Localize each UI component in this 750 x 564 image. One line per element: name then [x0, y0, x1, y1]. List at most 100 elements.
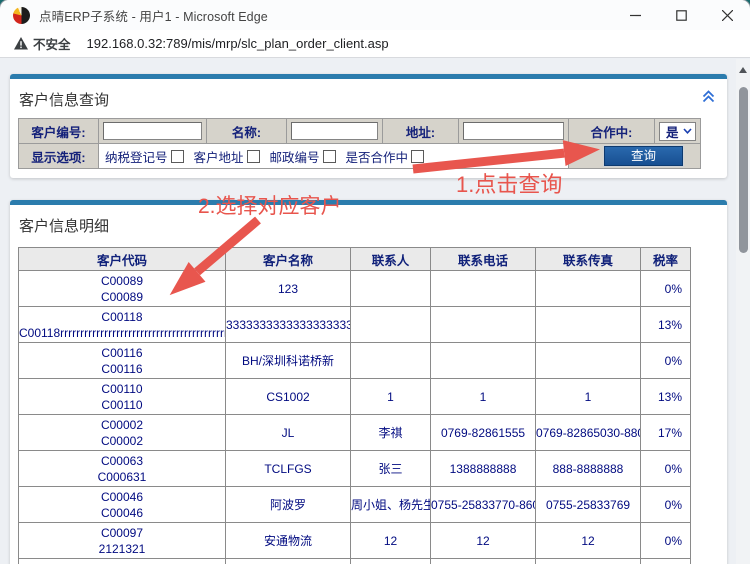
display-option-checkbox[interactable]	[323, 150, 336, 163]
col-customer-code: 客户代码	[19, 248, 226, 271]
cell-contact	[351, 559, 431, 564]
cell-customer-name: JL	[226, 415, 351, 451]
display-option-label: 邮政编号	[270, 147, 320, 166]
cell-tax-rate: 13%	[641, 379, 691, 415]
display-option-checkbox[interactable]	[411, 150, 424, 163]
title-bar: 点晴ERP子系统 - 用户1 - Microsoft Edge	[0, 0, 750, 30]
cell-phone: 13999779199	[431, 559, 536, 564]
cell-phone: 1388888888	[431, 451, 536, 487]
cooperation-selected-value: 是	[666, 122, 679, 141]
cell-fax: 0769-82865030-8808	[536, 415, 641, 451]
cell-customer-code[interactable]: C00063C000631	[19, 451, 226, 487]
display-option-label: 是否合作中	[346, 147, 409, 166]
cell-tax-rate: 0%	[641, 559, 691, 564]
annotation-step2: 2.选择对应客户	[198, 190, 342, 220]
security-status-label: 不安全	[33, 34, 71, 53]
display-options-label: 显示选项:	[19, 144, 99, 169]
customer-detail-panel: 客户信息明细 客户代码 客户名称 联系人 联系电话 联系传真 税率	[10, 200, 727, 564]
cell-fax: 888-8888888	[536, 451, 641, 487]
cell-customer-code[interactable]: C00110C00110	[19, 379, 226, 415]
customer-code-input[interactable]	[103, 122, 202, 140]
cell-customer-name: 阿波罗	[226, 487, 351, 523]
cell-tax-rate: 0%	[641, 343, 691, 379]
name-input[interactable]	[291, 122, 378, 140]
table-row[interactable]: C00063C000631TCLFGS张三1388888888888-88888…	[19, 451, 691, 487]
table-row[interactable]: C1208023974佰中电子（东莞）有限公司 13999779199 0%	[19, 559, 691, 564]
customer-code-label: 客户编号:	[19, 119, 99, 144]
query-panel-title: 客户信息查询	[10, 79, 727, 118]
customer-query-panel: 客户信息查询 客户编号: 名称: 地址: 合作中:	[10, 74, 727, 178]
cooperation-select[interactable]: 是	[659, 122, 696, 141]
cell-customer-code[interactable]: C00118C00118rrrrrrrrrrrrrrrrrrrrrrrrrrrr…	[19, 307, 226, 343]
cell-tax-rate: 0%	[641, 271, 691, 307]
cell-tax-rate: 0%	[641, 487, 691, 523]
table-row[interactable]: C000972121321安通物流1212120%	[19, 523, 691, 559]
col-phone: 联系电话	[431, 248, 536, 271]
table-row[interactable]: C00118C00118rrrrrrrrrrrrrrrrrrrrrrrrrrrr…	[19, 307, 691, 343]
cell-contact: 李祺	[351, 415, 431, 451]
cell-contact: 张三	[351, 451, 431, 487]
cell-customer-code[interactable]: C1208023974	[19, 559, 226, 564]
display-option-label: 客户地址	[194, 147, 244, 166]
cell-fax	[536, 307, 641, 343]
address-input[interactable]	[463, 122, 564, 140]
name-label: 名称:	[207, 119, 287, 144]
cell-customer-name: 333333333333333333333333	[226, 307, 351, 343]
cooperation-label: 合作中:	[569, 119, 655, 144]
table-row[interactable]: C00046C00046阿波罗周小姐、杨先生0755-25833770-8601…	[19, 487, 691, 523]
display-options-group: 纳税登记号客户地址邮政编号是否合作中	[101, 147, 566, 166]
table-row[interactable]: C00089C00089123 0%	[19, 271, 691, 307]
cell-customer-name: 佰中电子（东莞）有限公司	[226, 559, 351, 564]
cell-phone: 0755-25833770-8601	[431, 487, 536, 523]
table-row[interactable]: C00110C00110CS100211113%	[19, 379, 691, 415]
cell-customer-code[interactable]: C00116C00116	[19, 343, 226, 379]
cell-customer-code[interactable]: C000972121321	[19, 523, 226, 559]
cell-customer-code[interactable]: C00089C00089	[19, 271, 226, 307]
cell-fax	[536, 271, 641, 307]
minimize-button[interactable]	[612, 0, 658, 30]
site-favicon-icon	[13, 7, 30, 24]
col-contact: 联系人	[351, 248, 431, 271]
cell-customer-code[interactable]: C00046C00046	[19, 487, 226, 523]
col-fax: 联系传真	[536, 248, 641, 271]
cell-customer-name: CS1002	[226, 379, 351, 415]
cell-fax	[536, 343, 641, 379]
chevron-down-icon	[683, 128, 692, 134]
cell-phone	[431, 343, 536, 379]
close-button[interactable]	[704, 0, 750, 30]
cell-phone	[431, 307, 536, 343]
cell-phone: 0769-82861555	[431, 415, 536, 451]
detail-panel-title: 客户信息明细	[10, 205, 727, 244]
browser-window: 点晴ERP子系统 - 用户1 - Microsoft Edge 不安全 192.…	[0, 0, 750, 564]
address-label: 地址:	[383, 119, 459, 144]
customer-table: 客户代码 客户名称 联系人 联系电话 联系传真 税率 C00089C000891…	[18, 247, 691, 564]
cell-tax-rate: 0%	[641, 523, 691, 559]
cell-contact	[351, 343, 431, 379]
collapse-panel-icon[interactable]	[702, 90, 715, 103]
cell-customer-code[interactable]: C00002C00002	[19, 415, 226, 451]
table-row[interactable]: C00116C00116BH/深圳科诺桥新0%	[19, 343, 691, 379]
address-bar[interactable]: 不安全 192.168.0.32:789/mis/mrp/slc_plan_or…	[0, 30, 750, 58]
display-option-checkbox[interactable]	[171, 150, 184, 163]
customer-table-body: C00089C00089123 0% C00118C00118rrrrrrrrrrr…	[19, 271, 691, 564]
scroll-up-icon[interactable]	[739, 67, 747, 73]
col-customer-name: 客户名称	[226, 248, 351, 271]
cell-customer-name: 123	[226, 271, 351, 307]
annotation-step1: 1.点击查询	[456, 167, 562, 199]
cell-contact	[351, 271, 431, 307]
cell-phone	[431, 271, 536, 307]
query-button[interactable]: 查询	[604, 146, 683, 166]
vertical-scrollbar[interactable]	[736, 59, 750, 564]
url-text[interactable]: 192.168.0.32:789/mis/mrp/slc_plan_order_…	[87, 36, 389, 51]
cell-contact: 12	[351, 523, 431, 559]
cell-tax-rate: 17%	[641, 415, 691, 451]
scrollbar-thumb[interactable]	[739, 87, 748, 253]
cell-contact: 1	[351, 379, 431, 415]
maximize-button[interactable]	[658, 0, 704, 30]
cell-phone: 1	[431, 379, 536, 415]
page-content: 客户信息查询 客户编号: 名称: 地址: 合作中:	[0, 59, 750, 564]
col-tax-rate: 税率	[641, 248, 691, 271]
table-row[interactable]: C00002C00002JL李祺0769-828615550769-828650…	[19, 415, 691, 451]
query-form: 客户编号: 名称: 地址: 合作中: 是 显示选项:	[18, 118, 701, 169]
display-option-checkbox[interactable]	[247, 150, 260, 163]
